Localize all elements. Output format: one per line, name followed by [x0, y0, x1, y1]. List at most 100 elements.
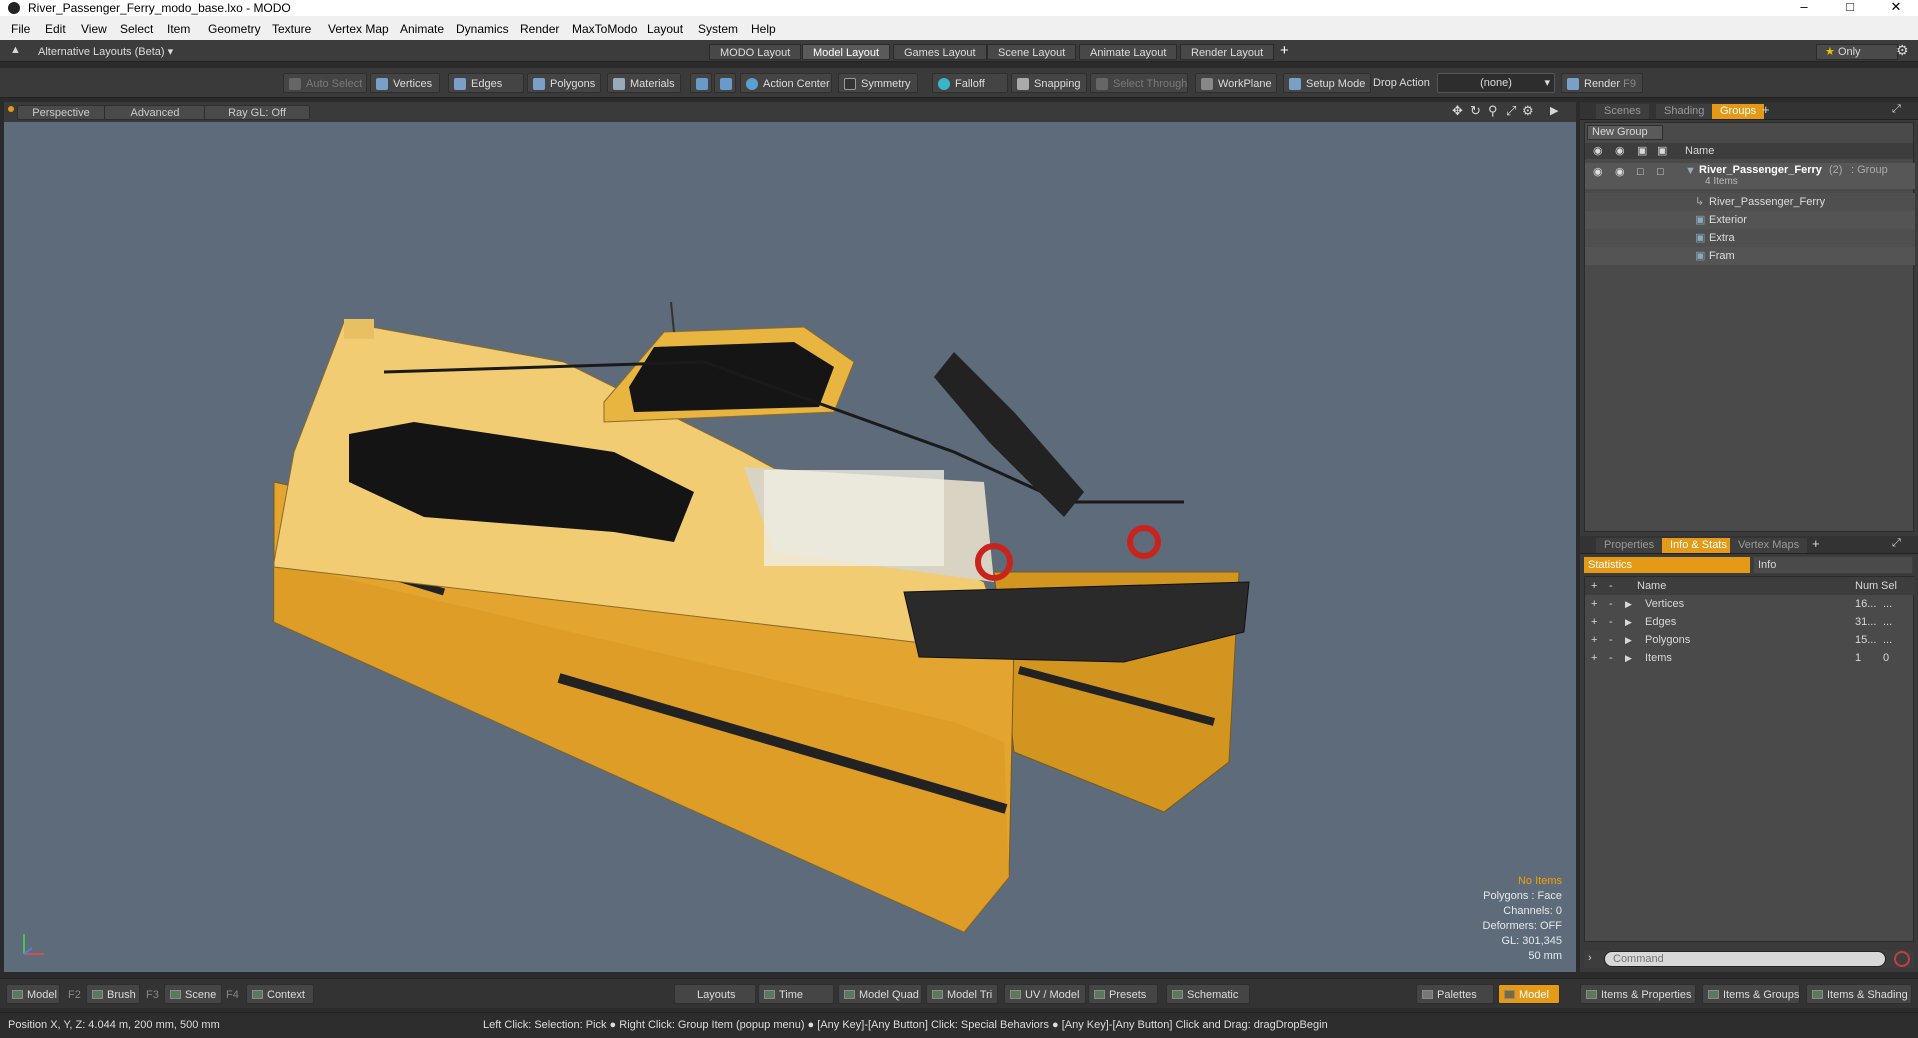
tab-animate-layout[interactable]: Animate Layout [1079, 44, 1178, 60]
collapse-all-icon[interactable]: - [1609, 577, 1613, 595]
command-history-icon[interactable] [1894, 951, 1910, 967]
stat-row[interactable]: + - ▶ Edges 31... ... [1585, 613, 1915, 631]
menu-system[interactable]: System [698, 22, 738, 36]
triangle-right-icon[interactable]: ▶ [1625, 649, 1632, 667]
close-button[interactable]: ✕ [1874, 0, 1918, 16]
add-layout-button[interactable]: + [1280, 42, 1289, 59]
materials-button[interactable]: Materials [607, 73, 681, 93]
remove-icon[interactable]: - [1609, 613, 1613, 631]
collapse-icon[interactable]: ▲ [10, 44, 21, 56]
expand-panel-icon[interactable]: ⤢ [1892, 103, 1901, 116]
select-by-polygon-button[interactable] [690, 73, 712, 93]
lock-icon[interactable]: □ [1637, 163, 1644, 181]
vertices-button[interactable]: Vertices [370, 73, 440, 93]
add-tab-icon[interactable]: + [1812, 536, 1820, 551]
setup-mode-button[interactable]: Setup Mode [1283, 73, 1371, 93]
items-properties-button[interactable]: Items & Properties [1580, 984, 1696, 1004]
render-button[interactable]: Render F9 [1561, 73, 1643, 93]
view-perspective-button[interactable]: Perspective [17, 105, 105, 120]
menu-animate[interactable]: Animate [400, 22, 444, 36]
edges-button[interactable]: Edges [448, 73, 524, 93]
expand-all-icon[interactable]: + [1591, 577, 1597, 595]
select-icon[interactable]: □ [1657, 163, 1664, 181]
menu-layout[interactable]: Layout [647, 22, 683, 36]
render-icon-toggle[interactable]: ◉ [1615, 163, 1625, 181]
menu-maxtomodo[interactable]: MaxToModo [572, 22, 637, 36]
tab-info-stats[interactable]: Info & Stats [1662, 538, 1735, 553]
symmetry-button[interactable]: Symmetry [838, 73, 918, 93]
menu-texture[interactable]: Texture [272, 22, 311, 36]
rotate-icon[interactable]: ↻ [1470, 103, 1481, 119]
viewport-expand-icon[interactable]: ▶ [1550, 104, 1558, 117]
model-tri-button[interactable]: Model Tri [926, 984, 998, 1004]
settings-icon[interactable]: ⚙ [1522, 103, 1534, 119]
snapping-button[interactable]: Snapping [1011, 73, 1087, 93]
tab-properties[interactable]: Properties [1596, 538, 1663, 553]
brush-tab-button[interactable]: Brush [86, 984, 140, 1004]
stat-row[interactable]: + - ▶ Vertices 16... ... [1585, 595, 1915, 613]
items-shading-button[interactable]: Items & Shading [1806, 984, 1912, 1004]
group-child-row[interactable]: ▣ Fram [1585, 247, 1915, 265]
falloff-button[interactable]: Falloff [932, 73, 1008, 93]
tab-groups[interactable]: Groups [1712, 104, 1765, 119]
model-tab-button[interactable]: Model [6, 984, 60, 1004]
group-row-root[interactable]: ◉ ◉ □ □ ▼ River_Passenger_Ferry (2) : Gr… [1585, 163, 1915, 189]
pan-icon[interactable]: ✥ [1452, 103, 1463, 119]
drop-action-select[interactable]: (none) ▾ [1437, 73, 1555, 93]
scene-tab-button[interactable]: Scene [164, 984, 222, 1004]
menu-select[interactable]: Select [120, 22, 153, 36]
fit-icon[interactable]: ⤢ [1506, 103, 1516, 119]
items-groups-button[interactable]: Items & Groups [1702, 984, 1800, 1004]
remove-icon[interactable]: - [1609, 595, 1613, 613]
tab-render-layout[interactable]: Render Layout [1180, 44, 1275, 60]
view-style-button[interactable]: Advanced [104, 105, 206, 120]
tab-scenes[interactable]: Scenes [1596, 104, 1649, 119]
only-toggle[interactable]: ★ Only [1816, 44, 1898, 60]
group-child-row[interactable]: ▣ Exterior [1585, 211, 1915, 229]
triangle-right-icon[interactable]: ▶ [1625, 631, 1632, 649]
viewport-menu-icon[interactable] [8, 106, 14, 112]
menu-vertex-map[interactable]: Vertex Map [328, 22, 389, 36]
remove-icon[interactable]: - [1609, 631, 1613, 649]
add-icon[interactable]: + [1591, 631, 1597, 649]
menu-file[interactable]: File [11, 22, 30, 36]
select-by-material-button[interactable] [714, 73, 736, 93]
menu-edit[interactable]: Edit [45, 22, 66, 36]
command-input[interactable] [1604, 951, 1886, 967]
minimize-button[interactable]: – [1782, 0, 1826, 16]
stat-row[interactable]: + - ▶ Polygons 15... ... [1585, 631, 1915, 649]
menu-geometry[interactable]: Geometry [208, 22, 261, 36]
triangle-right-icon[interactable]: ▶ [1625, 613, 1632, 631]
new-group-button[interactable]: New Group [1587, 125, 1663, 140]
group-child-row[interactable]: ↳ River_Passenger_Ferry [1585, 193, 1915, 211]
schematic-button[interactable]: Schematic [1166, 984, 1250, 1004]
model-layout-button[interactable]: Model [1498, 984, 1560, 1004]
menu-item[interactable]: Item [167, 22, 190, 36]
menu-dynamics[interactable]: Dynamics [456, 22, 509, 36]
expand-panel-icon[interactable]: ⤢ [1892, 537, 1901, 550]
auto-select-button[interactable]: Auto Select [283, 73, 367, 93]
remove-icon[interactable]: - [1609, 649, 1613, 667]
uv-model-button[interactable]: UV / Model [1004, 984, 1086, 1004]
subtab-statistics[interactable]: Statistics [1584, 557, 1750, 573]
palettes-button[interactable]: Palettes [1416, 984, 1494, 1004]
context-tab-button[interactable]: Context [246, 984, 314, 1004]
menu-help[interactable]: Help [751, 22, 776, 36]
presets-button[interactable]: Presets [1088, 984, 1158, 1004]
tab-shading[interactable]: Shading [1656, 104, 1713, 119]
add-icon[interactable]: + [1591, 649, 1597, 667]
action-center-button[interactable]: Action Center [740, 73, 832, 93]
menu-view[interactable]: View [81, 22, 107, 36]
eye-icon[interactable]: ◉ [1593, 163, 1603, 181]
model-quad-button[interactable]: Model Quad [838, 984, 922, 1004]
raygl-button[interactable]: Ray GL: Off [204, 105, 310, 120]
menu-render[interactable]: Render [520, 22, 559, 36]
layouts-button[interactable]: Layouts [674, 984, 756, 1004]
triangle-right-icon[interactable]: ▶ [1625, 595, 1632, 613]
add-icon[interactable]: + [1591, 613, 1597, 631]
tab-vertex-maps[interactable]: Vertex Maps [1730, 538, 1808, 553]
gear-icon[interactable]: ⚙ [1896, 42, 1909, 59]
workplane-button[interactable]: WorkPlane [1195, 73, 1277, 93]
alternative-layouts-dropdown[interactable]: Alternative Layouts (Beta) ▾ [38, 45, 173, 58]
polygons-button[interactable]: Polygons [527, 73, 601, 93]
